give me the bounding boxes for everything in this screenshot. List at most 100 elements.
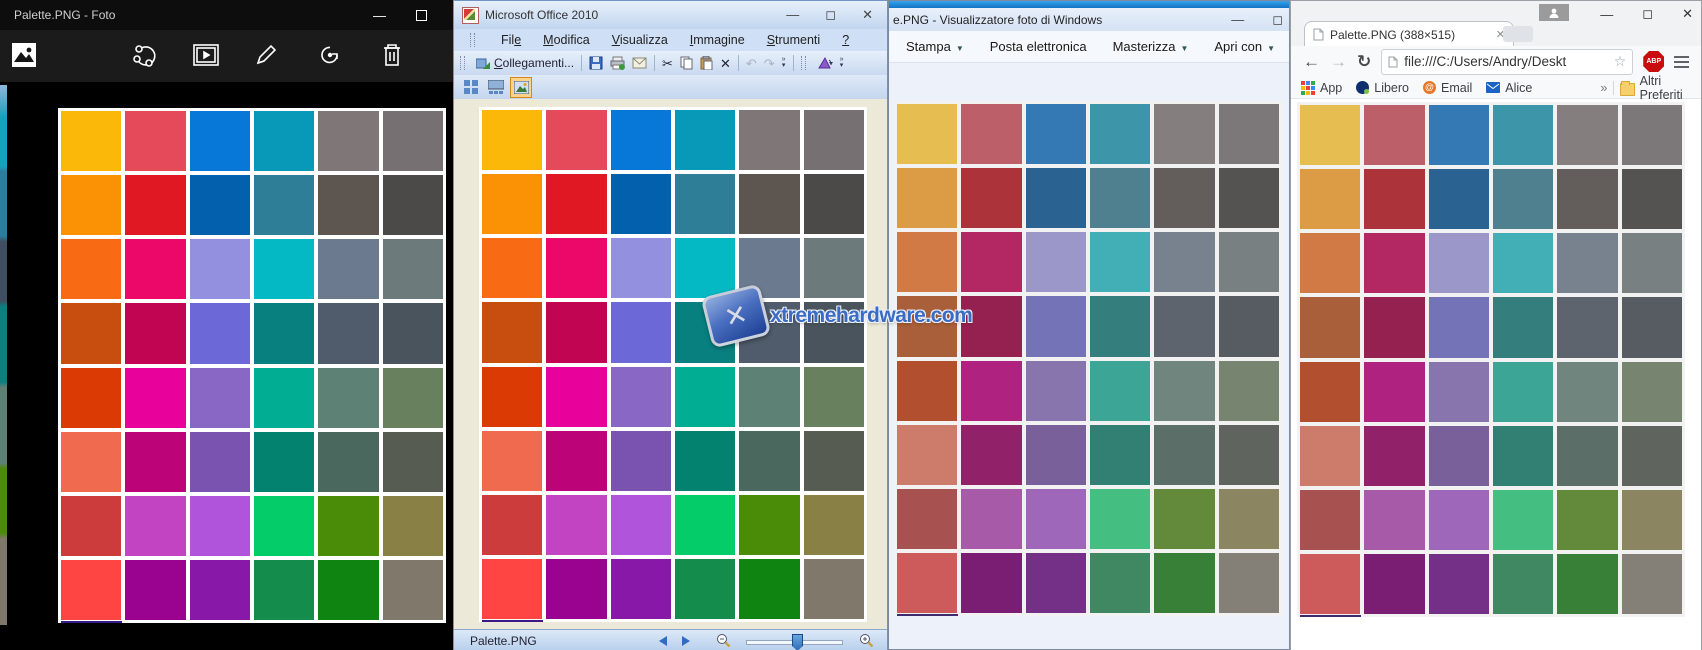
palette-cell	[1557, 297, 1617, 357]
menu-posta-elettronica[interactable]: Posta elettronica	[990, 39, 1087, 54]
minimize-button[interactable]: —	[373, 9, 386, 22]
palette-cell	[611, 431, 671, 491]
palette-cell	[1622, 490, 1682, 550]
palette-cell	[897, 104, 957, 164]
thumbnail-view-icon[interactable]	[460, 77, 482, 98]
profile-icon[interactable]	[1539, 4, 1569, 21]
previous-image-button[interactable]	[659, 636, 667, 646]
menu-masterizza[interactable]: Masterizza▼	[1113, 39, 1189, 54]
palette-cell	[1154, 425, 1214, 485]
cut-icon[interactable]: ✂	[662, 57, 673, 70]
palette-cell	[1429, 169, 1489, 229]
delete-icon[interactable]: ✕	[720, 57, 731, 70]
chevron-down-icon: ▼	[1180, 44, 1188, 53]
filmstrip-view-icon[interactable]	[485, 77, 507, 98]
menu-immagine[interactable]: Immagine	[690, 33, 745, 47]
photo-viewer-window: e.PNG - Visualizzatore foto di Windows —…	[888, 0, 1290, 650]
minimize-button[interactable]: —	[786, 7, 799, 23]
bookmark-alice[interactable]: Alice	[1486, 81, 1532, 95]
undo-icon[interactable]: ↶	[746, 57, 757, 70]
palette-cell	[611, 559, 671, 619]
maximize-button[interactable]: ◻	[1642, 6, 1653, 22]
zoom-slider[interactable]	[746, 640, 843, 645]
share-icon[interactable]	[130, 41, 158, 69]
save-icon[interactable]	[589, 56, 603, 70]
bookmark-libero[interactable]: Libero	[1356, 81, 1409, 95]
menu-stampa[interactable]: Stampa▼	[906, 39, 964, 54]
reload-icon[interactable]: ↻	[1357, 52, 1371, 72]
maximize-button[interactable]: ◻	[825, 7, 836, 23]
palette-cell	[1219, 296, 1279, 356]
menu-file[interactable]: File	[501, 33, 521, 47]
delete-icon[interactable]	[378, 41, 406, 69]
office-picture-manager-window: Microsoft Office 2010 — ◻ ✕ File Modific…	[453, 0, 888, 650]
forward-icon[interactable]: →	[1330, 52, 1347, 72]
new-tab-button[interactable]	[1503, 26, 1533, 42]
close-button[interactable]: ✕	[862, 7, 873, 23]
palette-image	[479, 107, 867, 622]
bookmarks-overflow-chevron[interactable]: »	[1600, 81, 1607, 95]
palette-cell	[1429, 362, 1489, 422]
palette-cell	[318, 303, 378, 363]
palette-cell	[61, 432, 121, 492]
rotate-icon[interactable]	[316, 41, 344, 69]
back-icon[interactable]: ←	[1303, 52, 1320, 72]
bookmark-app[interactable]: App	[1301, 81, 1342, 95]
zoom-in-icon[interactable]	[859, 633, 874, 648]
single-view-icon[interactable]	[510, 77, 532, 98]
shortcuts-button[interactable]: Collegamenti...	[476, 56, 574, 70]
bookmark-star-icon[interactable]: ☆	[1614, 53, 1627, 70]
palette-cell	[546, 431, 606, 491]
palette-cell	[1090, 489, 1150, 549]
edit-icon[interactable]	[252, 41, 280, 69]
maximize-button[interactable]	[416, 10, 427, 21]
menu-help[interactable]: ?	[842, 33, 849, 47]
mail-icon[interactable]	[632, 57, 647, 69]
photo-viewer-menu-bar: Stampa▼ Posta elettronica Masterizza▼ Ap…	[889, 31, 1289, 63]
palette-cell	[1622, 554, 1682, 614]
palette-cell	[1154, 489, 1214, 549]
palette-cell	[1154, 361, 1214, 421]
chrome-toolbar: ← → ↻ file:///C:/Users/Andry/Deskt ☆ ABP	[1291, 46, 1701, 77]
palette-cell	[254, 239, 314, 299]
bookmark-email[interactable]: @ Email	[1423, 81, 1472, 95]
alice-icon	[1486, 82, 1500, 93]
print-icon[interactable]	[610, 56, 625, 70]
palette-cell	[1622, 426, 1682, 486]
menu-strumenti[interactable]: Strumenti	[767, 33, 821, 47]
menu-apri-con[interactable]: Apri con▼	[1214, 39, 1275, 54]
adblock-plus-icon[interactable]: ABP	[1643, 51, 1664, 72]
rotate-picture-icon[interactable]	[817, 56, 833, 70]
address-bar[interactable]: file:///C:/Users/Andry/Deskt ☆	[1381, 49, 1633, 75]
paste-icon[interactable]	[700, 56, 713, 70]
slideshow-icon[interactable]	[192, 41, 220, 69]
redo-icon[interactable]: ↷	[764, 57, 775, 70]
close-button[interactable]: ✕	[1682, 6, 1693, 22]
palette-cell	[739, 110, 799, 170]
minimize-button[interactable]: —	[1231, 12, 1244, 28]
menu-visualizza[interactable]: Visualizza	[612, 33, 668, 47]
url-text: file:///C:/Users/Andry/Deskt	[1404, 54, 1607, 69]
next-image-button[interactable]	[682, 636, 690, 646]
maximize-button[interactable]: ◻	[1272, 12, 1283, 28]
palette-cell	[1300, 233, 1360, 293]
all-photos-icon[interactable]	[10, 41, 38, 69]
zoom-slider-handle[interactable]	[792, 634, 803, 650]
zoom-out-icon[interactable]	[716, 633, 731, 648]
toolbar-options-chevron[interactable]: »▾	[782, 57, 786, 69]
palette-cell	[1300, 105, 1360, 165]
menu-modifica[interactable]: Modifica	[543, 33, 590, 47]
palette-cell	[125, 496, 185, 556]
other-bookmarks-folder[interactable]: Altri Preferiti	[1620, 74, 1693, 102]
browser-tab[interactable]: Palette.PNG (388×515) ✕	[1304, 21, 1514, 47]
menu-icon[interactable]	[1674, 56, 1689, 68]
palette-cell	[1219, 104, 1279, 164]
copy-icon[interactable]	[680, 56, 693, 70]
minimize-button[interactable]: —	[1600, 7, 1613, 22]
palette-cell	[611, 238, 671, 298]
palette-cell	[1300, 490, 1360, 550]
palette-cell	[1219, 168, 1279, 228]
toolbar-options-chevron[interactable]: »▾	[840, 57, 844, 69]
chevron-down-icon: ▼	[956, 44, 964, 53]
palette-cell	[482, 174, 542, 234]
